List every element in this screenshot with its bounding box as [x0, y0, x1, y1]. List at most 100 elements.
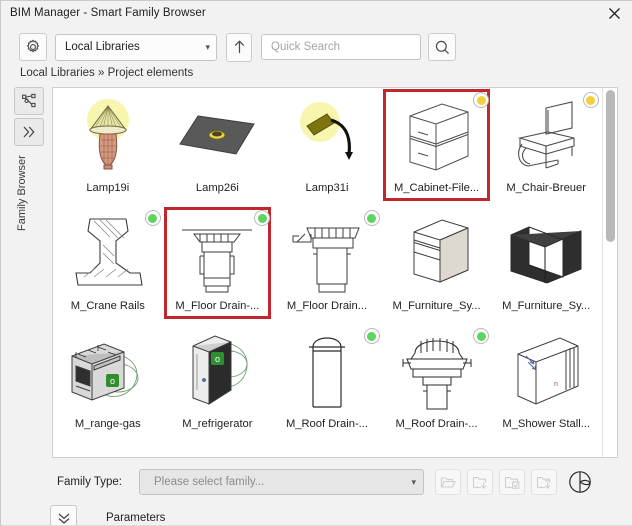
- table-lamp-icon: [60, 91, 156, 181]
- open-folder-button[interactable]: [435, 469, 461, 495]
- grid-item[interactable]: M_Cabinet-File...: [382, 88, 492, 206]
- floor-drain-icon: [169, 209, 265, 299]
- share-nodes-icon: [22, 93, 36, 108]
- family-action-buttons: [435, 469, 563, 495]
- search-input[interactable]: Quick Search: [261, 34, 421, 60]
- status-badge: [473, 328, 490, 344]
- shower-stall-icon: n: [498, 327, 594, 417]
- library-select-value: Local Libraries: [65, 41, 140, 53]
- grid-item[interactable]: o M_refrigerator: [163, 324, 273, 442]
- folder-open-icon: [440, 476, 456, 488]
- grid-item[interactable]: Lamp31i: [272, 88, 382, 206]
- parameters-row: Parameters: [2, 501, 632, 526]
- grid-item[interactable]: M_Chair-Breuer: [491, 88, 601, 206]
- expand-parameters-button[interactable]: [50, 504, 77, 526]
- grid-item-label: M_Chair-Breuer: [506, 182, 586, 194]
- family-type-row: Family Type: Please select family... ▾: [2, 465, 632, 499]
- badge-dot: [476, 95, 486, 105]
- chevron-down-icon: ▾: [205, 41, 210, 52]
- grid-item-label: Lamp19i: [86, 182, 130, 194]
- family-type-placeholder: Please select family...: [154, 476, 265, 488]
- go-up-button[interactable]: [226, 32, 252, 62]
- close-button[interactable]: [595, 1, 632, 25]
- badge-dot: [148, 213, 158, 223]
- load-family-button[interactable]: [467, 469, 493, 495]
- grid-item[interactable]: M_Roof Drain-...: [382, 324, 492, 442]
- grid-item[interactable]: M_Furniture_Sy...: [491, 206, 601, 324]
- close-icon: [608, 7, 620, 19]
- grid-item[interactable]: n M_Shower Stall...: [491, 324, 601, 442]
- grid-item[interactable]: M_Floor Drain-...: [163, 206, 273, 324]
- svg-text:n: n: [554, 381, 558, 388]
- grid-item[interactable]: Lamp19i: [53, 88, 163, 206]
- grid-item-label: M_Shower Stall...: [502, 418, 590, 430]
- gas-range-icon: o: [60, 327, 156, 417]
- folder-download-icon: [472, 476, 487, 489]
- arrow-up-icon: [234, 40, 244, 53]
- crane-rail-icon: [60, 209, 156, 299]
- window-title: BIM Manager - Smart Family Browser: [10, 7, 206, 19]
- chair-icon: [498, 91, 594, 181]
- grid-item[interactable]: M_Crane Rails: [53, 206, 163, 324]
- grid-item-label: Lamp31i: [305, 182, 349, 194]
- roof-drain-pipe-icon: [279, 327, 375, 417]
- grid-item-label: M_refrigerator: [182, 418, 253, 430]
- ceiling-panel-light-icon: [169, 91, 265, 181]
- main-panel: Local Libraries ▾ Quick Search Local Lib…: [2, 25, 632, 526]
- grid-item[interactable]: M_Roof Drain-...: [272, 324, 382, 442]
- place-family-button[interactable]: [531, 469, 557, 495]
- search-placeholder: Quick Search: [271, 41, 341, 53]
- grid-item-label: M_Furniture_Sy...: [392, 300, 481, 312]
- grid-item[interactable]: M_Furniture_Sy...: [382, 206, 492, 324]
- svg-text:o: o: [110, 376, 115, 386]
- settings-button[interactable]: [19, 33, 47, 61]
- badge-dot: [257, 213, 267, 223]
- status-badge: [363, 210, 380, 226]
- family-type-select[interactable]: Please select family... ▾: [139, 469, 424, 495]
- expand-panel-button[interactable]: [14, 118, 44, 146]
- app-window: BIM Manager - Smart Family Browser Local…: [0, 0, 632, 526]
- grid-item-label: M_Cabinet-File...: [393, 182, 480, 194]
- badge-dot: [367, 213, 377, 223]
- floor-drain-side-icon: [279, 209, 375, 299]
- library-select[interactable]: Local Libraries ▾: [55, 33, 217, 61]
- grid-item-label: M_Furniture_Sy...: [502, 300, 591, 312]
- double-chevron-right-icon: [23, 126, 35, 138]
- search-button[interactable]: [428, 33, 456, 61]
- grid-item-label: M_Roof Drain-...: [285, 418, 369, 430]
- grid-item[interactable]: Lamp26i: [163, 88, 273, 206]
- grid-item-label: M_Roof Drain-...: [395, 418, 478, 430]
- status-badge: [144, 210, 161, 226]
- badge-dot: [586, 95, 596, 105]
- grid-item[interactable]: o M_range-gas: [53, 324, 163, 442]
- share-button[interactable]: [14, 87, 44, 115]
- status-badge: [473, 92, 490, 108]
- family-browser-label: Family Browser: [16, 155, 28, 231]
- status-badge: [363, 328, 380, 344]
- grid-item-label: M_Floor Drain...: [286, 300, 368, 312]
- grid-scrollbar[interactable]: [602, 88, 617, 457]
- status-badge: [582, 92, 599, 108]
- roof-drain-grate-icon: [389, 327, 485, 417]
- wall-lamp-icon: [279, 91, 375, 181]
- folder-check-icon: [504, 476, 520, 489]
- check-family-button[interactable]: [499, 469, 525, 495]
- folder-import-icon: [536, 476, 551, 489]
- app-logo-button[interactable]: [566, 468, 594, 496]
- left-rail: Family Browser: [10, 87, 48, 447]
- grid-item-label: M_Crane Rails: [70, 300, 145, 312]
- grid-item-label: M_Floor Drain-...: [175, 300, 260, 312]
- badge-dot: [476, 331, 486, 341]
- scrollbar-thumb[interactable]: [606, 90, 615, 242]
- grid-item[interactable]: M_Floor Drain...: [272, 206, 382, 324]
- family-type-label: Family Type:: [57, 476, 122, 488]
- status-badge: [254, 210, 271, 226]
- u-shelf-icon: [498, 209, 594, 299]
- family-grid-items: Lamp19i Lamp26i Lamp31i M_Cabinet-File..…: [53, 88, 601, 457]
- breadcrumb[interactable]: Local Libraries » Project elements: [20, 67, 193, 79]
- chevron-down-icon: ▾: [411, 476, 416, 487]
- refrigerator-icon: o: [169, 327, 265, 417]
- title-bar: BIM Manager - Smart Family Browser: [1, 1, 632, 25]
- top-toolbar: Local Libraries ▾ Quick Search: [2, 30, 632, 64]
- cabinet-unit-icon: [389, 209, 485, 299]
